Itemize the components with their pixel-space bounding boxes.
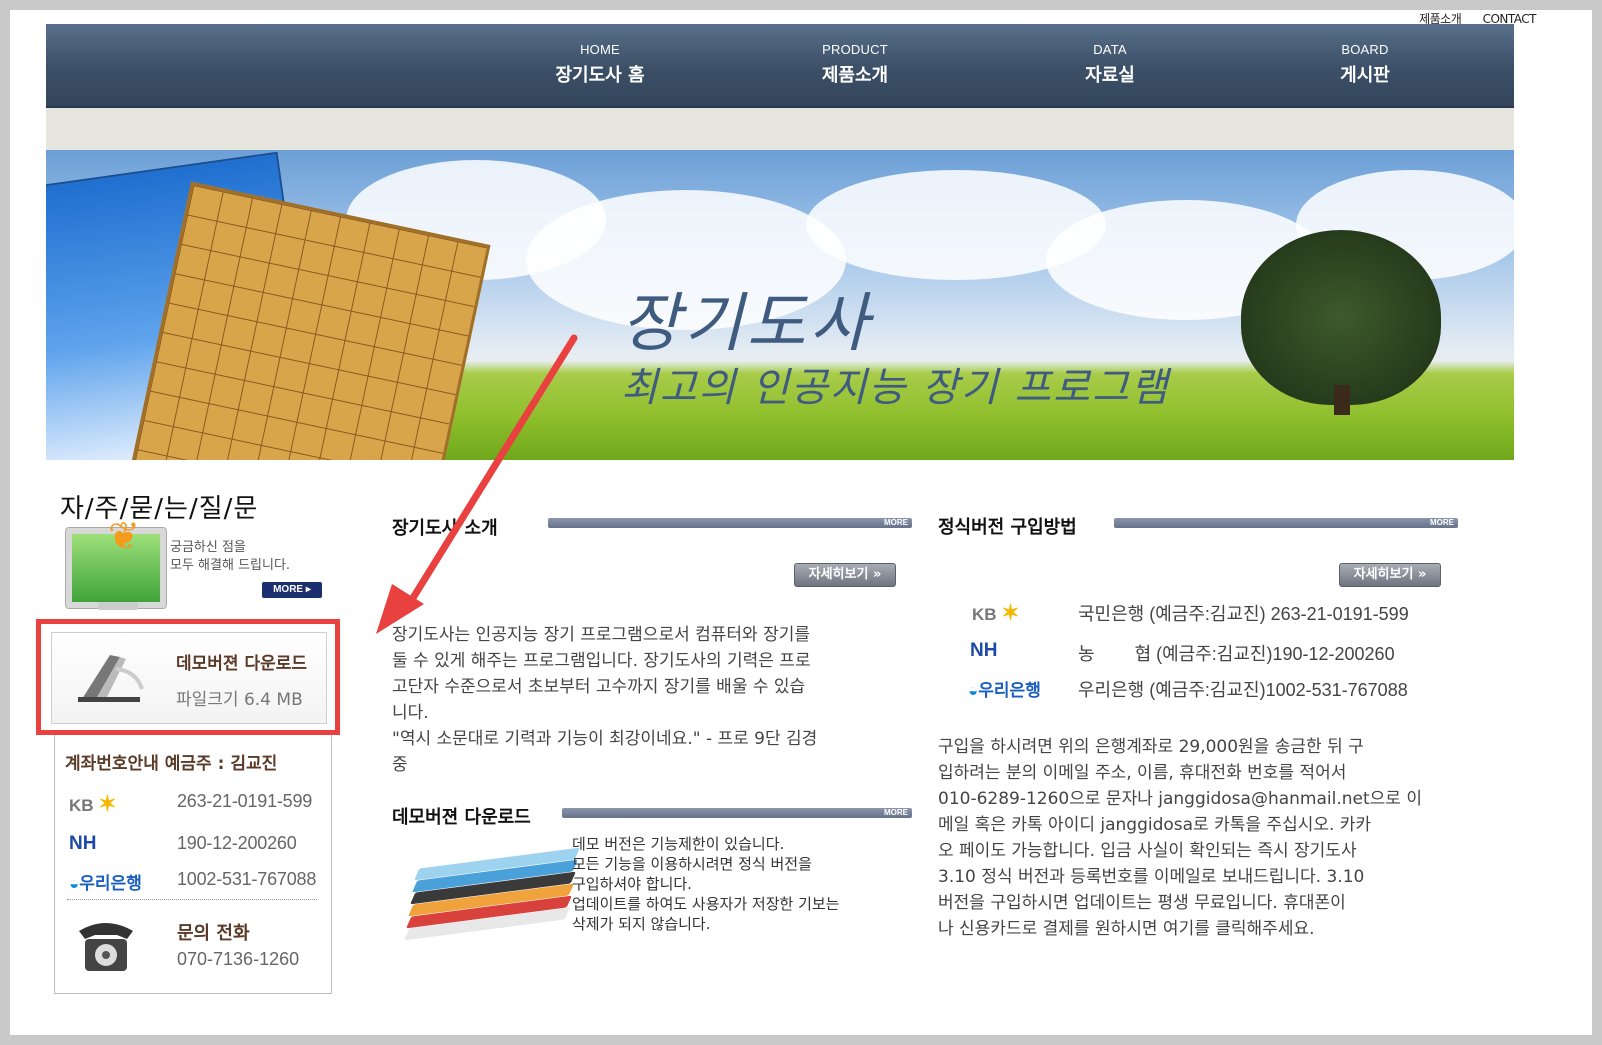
nh-account-number: 190-12-200260: [177, 833, 297, 853]
nav-home-en: HOME: [580, 42, 620, 57]
laptop-icon: [78, 655, 144, 702]
nav-board-ko: 게시판: [1340, 65, 1390, 86]
intro-line: 니다.: [392, 703, 429, 723]
intro-line: 둘 수 있게 해주는 프로그램입니다. 장기도사의 기력은 프로: [392, 651, 811, 671]
nav-data[interactable]: DATA 자료실: [1010, 42, 1210, 87]
purchase-bank-kb: 국민은행 (예금주:김교진) 263-21-0191-599: [1078, 604, 1409, 624]
kb-account-number: 263-21-0191-599: [177, 791, 313, 811]
faq-title: 자/주/묻/는/질/문: [60, 494, 259, 524]
tree-trunk: [1334, 385, 1350, 415]
gray-band: [46, 108, 1514, 150]
purchase-bank-woori: 우리은행 (예금주:김교진)1002-531-767088: [1078, 680, 1408, 700]
purchase-line: 구입을 하시려면 위의 은행계좌로 29,000원을 송금한 뒤 구: [938, 737, 1364, 757]
kb-bank-logo-icon: KB ✶: [972, 600, 1020, 625]
faq-desc-line1: 궁금하신 점을: [170, 540, 246, 555]
nav-product-ko: 제품소개: [821, 65, 889, 86]
kb-logo-text: KB: [972, 605, 997, 624]
intro-line: "역시 소문대로 기력과 기능이 최강이네요." - 프로 9단 김경: [392, 729, 818, 749]
purchase-section-bar: MORE: [1114, 518, 1458, 528]
intro-line: 고단자 수준으로서 초보부터 고수까지 장기를 배울 수 있습: [392, 677, 806, 697]
faq-more-button[interactable]: MORE ▸: [262, 582, 322, 598]
purchase-section-title: 정식버전 구입방법: [938, 517, 1077, 538]
kb-bank-logo-icon: KB ✶: [69, 791, 117, 816]
demo-line: 모든 기능을 이용하시려면 정식 버전을: [572, 855, 812, 873]
demo-download-highlight: 데모버젼 다운로드 파일크기 6.4 MB: [36, 619, 340, 735]
telephone-icon: [79, 923, 133, 971]
nav-product[interactable]: PRODUCT 제품소개: [755, 42, 955, 87]
nav-home[interactable]: HOME 장기도사 홈: [500, 42, 700, 87]
demo-line: 구입하셔야 합니다.: [572, 875, 692, 893]
page: 제품소개 CONTACT HOME 장기도사 홈 PRODUCT 제품소개 DA…: [10, 10, 1592, 1035]
purchase-line[interactable]: 나 신용카드로 결제를 원하시면 여기를 클릭해주세요.: [938, 916, 1478, 942]
woori-account-number: 1002-531-767088: [177, 869, 317, 889]
demo-section-title: 데모버젼 다운로드: [392, 807, 531, 828]
woori-bank-logo-icon: ◒우리은행: [69, 874, 142, 893]
purchase-line: 입하려는 분의 이메일 주소, 이름, 휴대전화 번호를 적어서: [938, 763, 1347, 783]
woori-logo-text: 우리은행: [79, 874, 142, 893]
purchase-line: 010-6289-1260으로 문자나 janggidosa@hanmail.n…: [938, 789, 1422, 809]
monitor-stand: [98, 602, 138, 610]
butterfly-icon: ❦: [108, 514, 140, 558]
demo-section-bar: MORE: [562, 808, 912, 818]
intro-section-title: 장기도사 소개: [392, 518, 498, 539]
demo-line: 데모 버전은 기능제한이 있습니다.: [572, 835, 785, 853]
hero-banner: 장기도사 최고의 인공지능 장기 프로그램: [46, 150, 1514, 460]
faq-more-label: MORE: [273, 584, 304, 595]
banner-subtitle: 최고의 인공지능 장기 프로그램: [621, 365, 1170, 411]
main-nav: HOME 장기도사 홈 PRODUCT 제품소개 DATA 자료실 BOARD …: [46, 24, 1514, 108]
tree-image: [1241, 230, 1441, 405]
phone-number: 070-7136-1260: [177, 949, 300, 969]
demo-download-button[interactable]: 데모버젼 다운로드 파일크기 6.4 MB: [51, 632, 327, 724]
purchase-detail-label: 자세히보기: [1353, 567, 1414, 582]
intro-line: 중: [392, 755, 408, 775]
books-image: [402, 847, 580, 941]
purchase-line: 버전을 구입하시면 업데이트는 평생 무료입니다. 휴대폰이: [938, 893, 1346, 913]
intro-detail-button[interactable]: 자세히보기 »: [794, 563, 896, 587]
demo-more-link[interactable]: MORE: [884, 808, 908, 818]
purchase-line: 오 페이도 가능합니다. 입금 사실이 확인되는 즉시 장기도사: [938, 841, 1357, 861]
purchase-detail-button[interactable]: 자세히보기 »: [1339, 563, 1441, 587]
demo-file-size: 파일크기 6.4 MB: [176, 690, 303, 710]
nav-data-en: DATA: [1093, 42, 1127, 57]
intro-line: 장기도사는 인공지능 장기 프로그램으로서 컴퓨터와 장기를: [392, 625, 811, 645]
banner-title: 장기도사: [621, 287, 873, 361]
nh-bank-logo-icon: NH: [970, 640, 998, 661]
nh-bank-logo-icon: NH: [69, 833, 97, 854]
phone-label: 문의 전화: [177, 923, 250, 944]
woori-bank-logo-icon: ◒우리은행: [968, 681, 1041, 700]
intro-detail-label: 자세히보기: [808, 567, 869, 582]
intro-more-link[interactable]: MORE: [884, 518, 908, 528]
woori-logo-text: 우리은행: [978, 681, 1041, 700]
nav-data-ko: 자료실: [1085, 65, 1135, 86]
nav-board[interactable]: BOARD 게시판: [1265, 42, 1465, 87]
purchase-line: 메일 혹은 카톡 아이디 janggidosa로 카톡을 주십시오. 카카: [938, 815, 1372, 835]
purchase-bank-nh: 농 협 (예금주:김교진)190-12-200260: [1078, 644, 1395, 664]
kb-logo-text: KB: [69, 796, 94, 815]
demo-body: 데모 버전은 기능제한이 있습니다. 모든 기능을 이용하시려면 정식 버전을 …: [572, 834, 932, 934]
account-divider: [67, 899, 317, 900]
nav-product-en: PRODUCT: [822, 42, 888, 57]
nav-home-ko: 장기도사 홈: [555, 65, 645, 86]
demo-line: 업데이트를 하여도 사용자가 저장한 기보는: [572, 895, 840, 913]
faq-desc-line2: 모두 해결해 드립니다.: [170, 558, 291, 573]
purchase-line: 3.10 정식 버전과 등록번호를 이메일로 보내드립니다. 3.10: [938, 867, 1365, 887]
demo-line: 삭제가 되지 않습니다.: [572, 915, 711, 933]
nav-board-en: BOARD: [1341, 42, 1389, 57]
purchase-more-link[interactable]: MORE: [1430, 518, 1454, 528]
purchase-body: 구입을 하시려면 위의 은행계좌로 29,000원을 송금한 뒤 구 입하려는 …: [938, 734, 1478, 942]
demo-download-label: 데모버젼 다운로드: [176, 654, 308, 674]
account-info-title: 계좌번호안내 예금주 : 김교진: [65, 754, 278, 774]
intro-section-bar: MORE: [548, 518, 912, 528]
account-info-box: 계좌번호안내 예금주 : 김교진 KB ✶ 263-21-0191-599 NH…: [54, 735, 332, 994]
intro-body: 장기도사는 인공지능 장기 프로그램으로서 컴퓨터와 장기를 둘 수 있게 해주…: [392, 622, 932, 778]
